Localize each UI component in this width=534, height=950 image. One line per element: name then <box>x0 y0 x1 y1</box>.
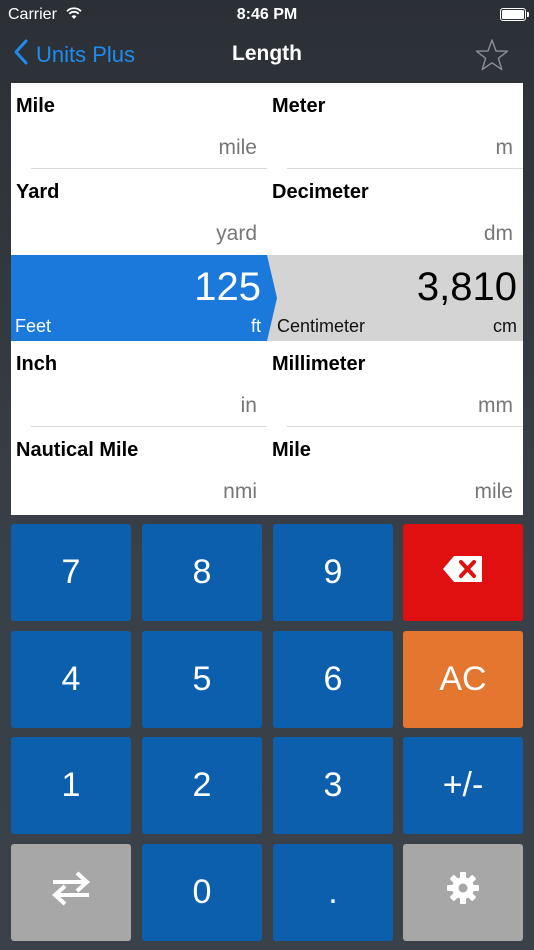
key-7[interactable]: 7 <box>11 524 131 621</box>
unit-abbr: dm <box>483 222 513 245</box>
input-value: 125 <box>194 265 261 309</box>
key-5[interactable]: 5 <box>142 631 262 728</box>
page-title: Length <box>232 42 302 65</box>
unit-cell-millimeter[interactable]: Millimeter mm <box>267 341 523 427</box>
unit-abbr: mile <box>218 136 257 159</box>
backspace-icon <box>442 553 484 592</box>
units-grid: Mile mile Meter m Yard yard Decimeter dm… <box>11 83 523 515</box>
unit-cell-yard[interactable]: Yard yard <box>11 169 267 255</box>
key-8[interactable]: 8 <box>142 524 262 621</box>
unit-abbr: cm <box>493 316 517 336</box>
unit-name: Millimeter <box>272 353 366 375</box>
unit-abbr: ft <box>250 316 261 336</box>
decimal-point-button[interactable]: . <box>273 844 393 941</box>
status-bar: Carrier 8:46 PM <box>0 0 534 30</box>
key-6[interactable]: 6 <box>273 631 393 728</box>
unit-abbr: yard <box>216 222 257 245</box>
unit-cell-decimeter[interactable]: Decimeter dm <box>267 169 523 255</box>
result-value: 3,810 <box>416 265 517 309</box>
unit-cell-mile-2[interactable]: Mile mile <box>267 427 523 513</box>
navigation-bar: Units Plus Length <box>0 30 534 82</box>
swap-arrows-icon <box>51 870 91 915</box>
unit-name: Feet <box>15 316 52 336</box>
unit-name: Nautical Mile <box>16 439 139 461</box>
key-3[interactable]: 3 <box>273 737 393 834</box>
swap-units-button[interactable] <box>11 844 131 941</box>
unit-abbr: in <box>240 394 257 417</box>
unit-name: Mile <box>16 95 55 117</box>
key-9[interactable]: 9 <box>273 524 393 621</box>
unit-name: Inch <box>16 353 58 375</box>
unit-cell-meter[interactable]: Meter m <box>267 83 523 169</box>
unit-name: Meter <box>272 95 326 117</box>
unit-abbr: mile <box>474 480 513 503</box>
to-unit-centimeter[interactable]: 3,810 Centimeter cm <box>267 255 523 341</box>
unit-name: Yard <box>16 181 60 203</box>
sign-toggle-button[interactable]: +/- <box>403 737 523 834</box>
conversion-arrow <box>267 255 277 341</box>
from-unit-feet[interactable]: 125 Feet ft <box>11 255 267 341</box>
unit-abbr: mm <box>478 394 513 417</box>
unit-cell-nautical-mile[interactable]: Nautical Mile nmi <box>11 427 267 513</box>
unit-abbr: m <box>495 136 514 159</box>
key-1[interactable]: 1 <box>11 737 131 834</box>
gear-icon <box>445 870 481 915</box>
key-0[interactable]: 0 <box>142 844 262 941</box>
unit-abbr: nmi <box>223 480 257 503</box>
unit-name: Decimeter <box>272 181 369 203</box>
settings-button[interactable] <box>403 844 523 941</box>
battery-icon <box>500 8 529 21</box>
clock: 8:46 PM <box>236 6 298 23</box>
unit-name: Centimeter <box>277 316 366 336</box>
key-4[interactable]: 4 <box>11 631 131 728</box>
unit-name: Mile <box>272 439 311 461</box>
unit-cell-mile[interactable]: Mile mile <box>11 83 267 169</box>
key-2[interactable]: 2 <box>142 737 262 834</box>
unit-cell-inch[interactable]: Inch in <box>11 341 267 427</box>
star-icon[interactable] <box>475 38 509 72</box>
delete-button[interactable] <box>403 524 523 621</box>
clear-button[interactable]: AC <box>403 631 523 728</box>
